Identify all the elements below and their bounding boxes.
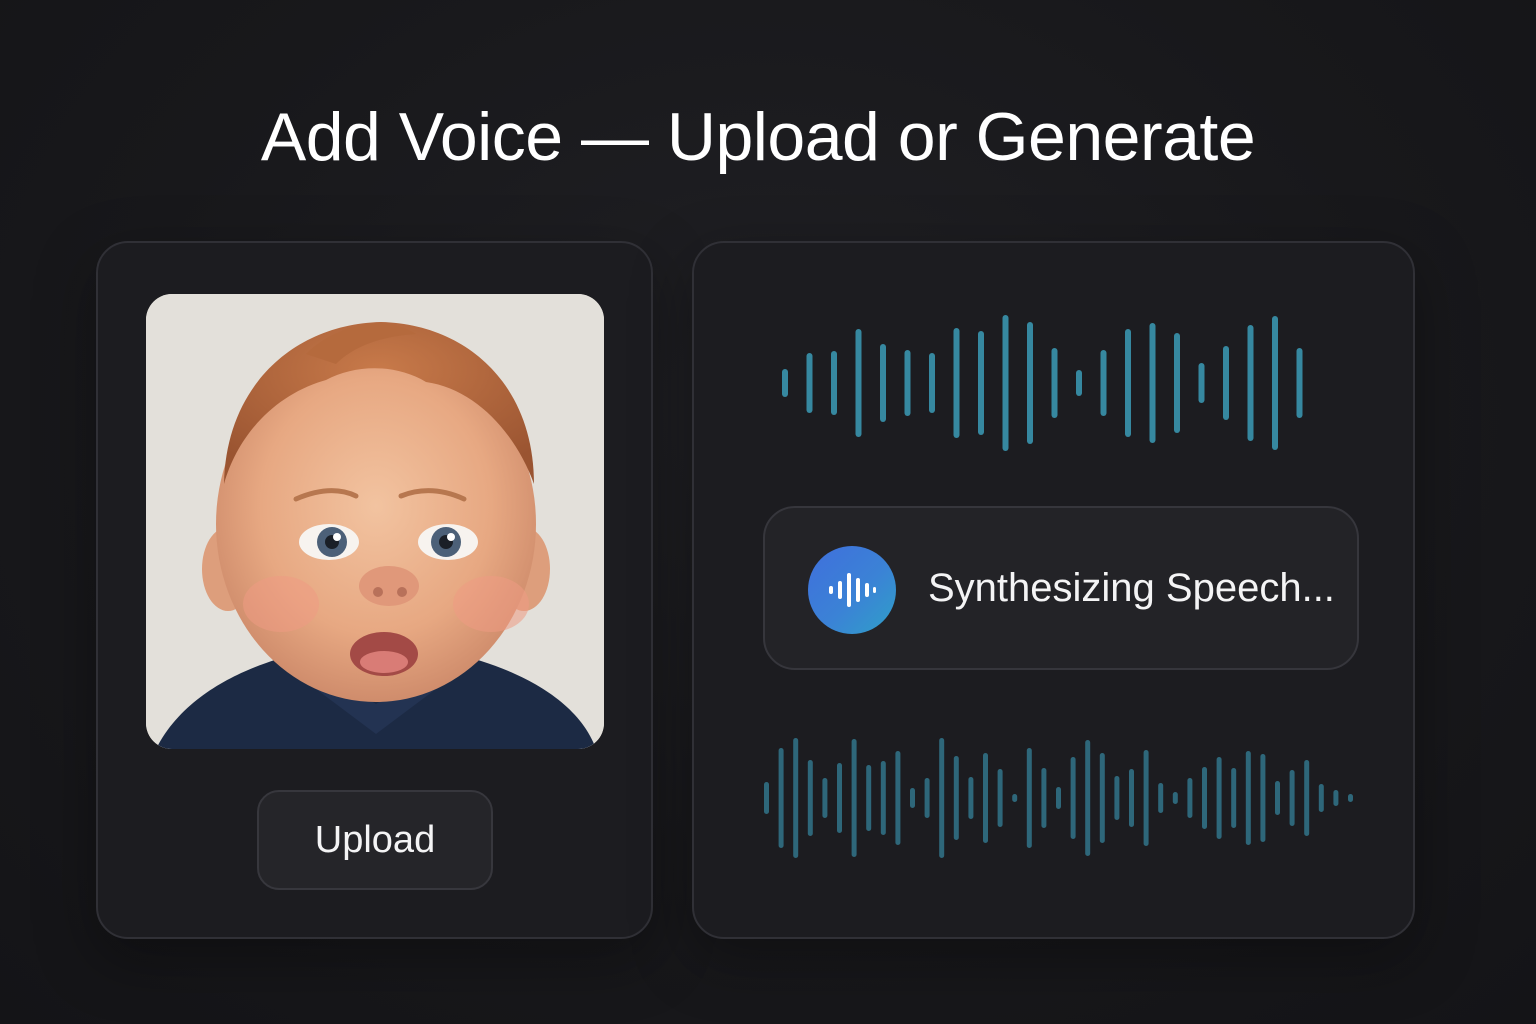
waveform-bar — [1202, 767, 1207, 829]
waveform-bar — [1247, 325, 1254, 441]
waveform-bar — [1027, 322, 1033, 444]
waveform-bar — [1041, 768, 1047, 828]
waveform-bar — [1143, 750, 1149, 846]
waveform-bar — [1172, 792, 1178, 804]
waveform-bar — [778, 748, 784, 848]
waveform-bar — [1026, 748, 1032, 848]
waveform-bar — [939, 738, 945, 858]
waveform-bar — [793, 738, 799, 858]
waveform-icon — [808, 546, 896, 634]
waveform-bar — [1272, 316, 1278, 450]
waveform-bar — [904, 350, 911, 416]
waveform-bar — [1223, 346, 1229, 420]
waveform-bar — [1348, 794, 1353, 802]
waveform-bar — [929, 353, 935, 413]
waveform-bar — [997, 769, 1003, 827]
waveform-bar — [983, 753, 988, 843]
waveform-bar — [866, 765, 872, 831]
waveform-bar — [837, 763, 842, 833]
waveform-bar — [880, 761, 886, 835]
waveform-bar — [1099, 753, 1105, 843]
waveform-bar — [1198, 363, 1205, 403]
upload-button[interactable]: Upload — [257, 790, 493, 890]
page-title: Add Voice — Upload or Generate — [260, 99, 1256, 175]
waveform-bar — [895, 751, 901, 845]
waveform-bar — [1333, 790, 1339, 806]
waveform-bar — [1100, 350, 1107, 416]
waveform-bar — [1187, 778, 1193, 818]
waveform-bar — [1012, 794, 1018, 802]
waveform-bar — [1125, 329, 1131, 437]
generate-card: Synthesizing Speech... — [692, 241, 1415, 939]
waveform-bar — [1129, 769, 1134, 827]
waveform-bar — [1216, 757, 1222, 839]
waveform-bar — [1275, 781, 1280, 815]
waveform-bar — [1245, 751, 1251, 845]
waveform-bar — [1174, 333, 1180, 433]
waveform-bar — [1289, 770, 1295, 826]
waveform-bar — [1231, 768, 1237, 828]
status-label: Synthesizing Speech... — [928, 566, 1335, 610]
waveform-bar — [1158, 783, 1164, 813]
waveform-bar — [855, 329, 862, 437]
waveform-bar — [1070, 757, 1076, 839]
waveform-bottom — [764, 738, 1353, 858]
waveform-bar — [1076, 370, 1082, 396]
waveform-bar — [978, 331, 984, 435]
waveform-bar — [924, 778, 930, 818]
waveform-bar — [968, 777, 974, 819]
waveform-bar — [880, 344, 886, 422]
waveform-bar — [782, 369, 788, 397]
waveform-bar — [953, 756, 959, 840]
waveform-bar — [910, 788, 915, 808]
waveform-bar — [1114, 776, 1120, 820]
waveform-bar — [806, 353, 813, 413]
waveform-bar — [1260, 754, 1266, 842]
upload-card: Upload — [96, 241, 653, 939]
waveform-bar — [1051, 348, 1058, 418]
waveform-bar — [1085, 740, 1091, 856]
waveform-bar — [764, 782, 769, 814]
waveform-bar — [1318, 784, 1324, 812]
waveform-bar — [1304, 760, 1310, 836]
synthesis-status: Synthesizing Speech... — [763, 506, 1359, 670]
waveform-bar — [1296, 348, 1303, 418]
waveform-bar — [807, 760, 813, 836]
waveform-bar — [1002, 315, 1009, 451]
waveform-bar — [1149, 323, 1156, 443]
baby-photo — [146, 294, 604, 749]
waveform-bar — [851, 739, 857, 857]
waveform-bar — [822, 778, 828, 818]
waveform-bar — [953, 328, 960, 438]
waveform-bar — [1056, 787, 1061, 809]
waveform-top — [782, 315, 1303, 451]
waveform-bar — [831, 351, 837, 415]
